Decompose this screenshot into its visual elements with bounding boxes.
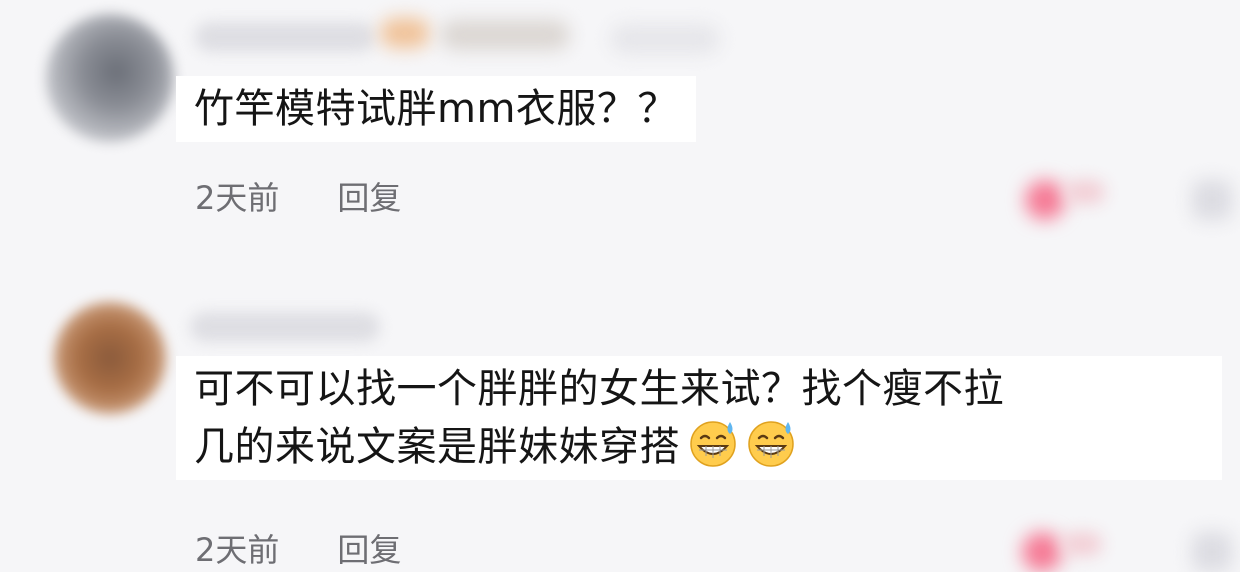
- grin-sweat-icon: [746, 418, 796, 468]
- like-icon[interactable]: [1022, 532, 1062, 572]
- reply-button[interactable]: 回复: [337, 173, 401, 219]
- comment-item: 可不可以找一个胖胖的女生来试？找个瘦不拉 几的来说文案是胖妹妹穿搭 2天前 回复: [0, 270, 1240, 572]
- grin-sweat-icon: [688, 418, 738, 468]
- username-blurred[interactable]: [190, 312, 380, 342]
- user-meta-blurred: [610, 24, 720, 54]
- avatar[interactable]: [46, 14, 174, 142]
- like-count-blurred: [1062, 532, 1102, 556]
- more-icon[interactable]: [1192, 532, 1232, 572]
- user-badge-blurred: [440, 20, 570, 50]
- comment-meta: 2天前 回复: [195, 525, 401, 571]
- comment-text-segment: 几的来说文案是胖妹妹穿搭: [194, 424, 680, 470]
- reply-button[interactable]: 回复: [337, 525, 401, 571]
- like-icon[interactable]: [1025, 180, 1065, 220]
- more-icon[interactable]: [1192, 180, 1232, 220]
- avatar[interactable]: [54, 302, 166, 414]
- comment-text-line: 可不可以找一个胖胖的女生来试？找个瘦不拉: [194, 366, 1004, 412]
- comment-time: 2天前: [195, 179, 280, 217]
- user-badge-blurred: [380, 18, 430, 48]
- comment-item: 竹竿模特试胖mm衣服？？ 2天前 回复: [0, 0, 1240, 260]
- like-count-blurred: [1065, 180, 1105, 204]
- comment-time: 2天前: [195, 531, 280, 569]
- username-blurred[interactable]: [195, 22, 375, 52]
- comment-text: 可不可以找一个胖胖的女生来试？找个瘦不拉 几的来说文案是胖妹妹穿搭: [176, 356, 1222, 480]
- comment-text: 竹竿模特试胖mm衣服？？: [176, 76, 696, 142]
- comment-meta: 2天前 回复: [195, 173, 401, 219]
- comment-text-line: 几的来说文案是胖妹妹穿搭: [194, 418, 1204, 476]
